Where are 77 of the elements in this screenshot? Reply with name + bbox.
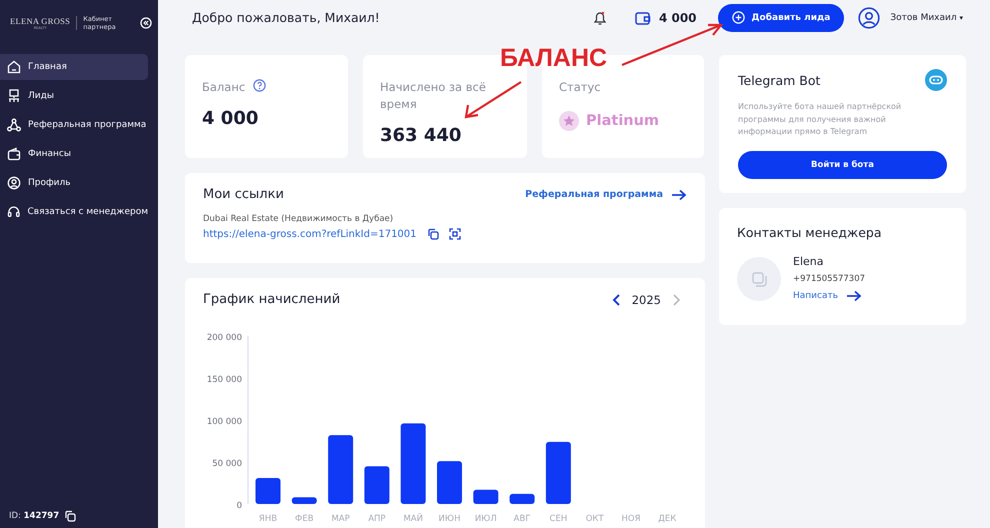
chevron-left-icon[interactable] [612, 292, 622, 306]
bar [546, 442, 571, 504]
month-label: МАР [331, 514, 350, 524]
month-label: НОЯ [622, 514, 640, 524]
card-title: График начислений [203, 292, 340, 307]
telegram-description: Используйте бота нашей партнёрской программы для получения важной информации прямо в Telegram [738, 101, 902, 138]
month-label: ФЕВ [295, 514, 314, 524]
help-icon[interactable] [253, 79, 266, 92]
nav-item[interactable]: Лиды [0, 83, 148, 109]
qr-scan-icon[interactable] [448, 228, 461, 240]
card-title: Контакты менеджера [737, 225, 882, 240]
telegram-login-button[interactable]: Войти в бота [738, 150, 947, 178]
arrow-right-icon [846, 290, 862, 302]
wallet-icon[interactable] [634, 10, 651, 24]
nav-item[interactable]: Профиль [0, 170, 148, 196]
stat-label: Начислено за всё время [380, 79, 487, 113]
stat-value: 363 440 [380, 125, 462, 146]
user-icon [7, 176, 21, 190]
arrow-right-icon [671, 188, 687, 200]
plus-icon [732, 11, 745, 24]
axis-tick-label: 200 000 [206, 333, 242, 343]
bot-icon [925, 69, 947, 91]
month-label: ЯНВ [258, 514, 278, 524]
year-label: 2025 [632, 292, 661, 306]
nav-item[interactable]: Финансы [0, 141, 148, 167]
copy-icon[interactable] [64, 510, 76, 522]
month-label: ИЮЛ [474, 514, 497, 524]
home-icon [7, 60, 21, 74]
bar [292, 497, 317, 504]
collapse-icon[interactable] [140, 17, 152, 29]
month-label: СЕН [550, 514, 568, 524]
nav-item[interactable]: Связаться с менеджером [0, 199, 148, 225]
axis-tick-label: 0 [236, 501, 242, 511]
stat-label: Баланс [202, 79, 246, 96]
headset-icon [7, 205, 20, 219]
link-name: Dubai Real Estate (Недвижимость в Дубае) [203, 214, 394, 224]
stat-value: 4 000 [202, 108, 260, 129]
month-label: АВГ [514, 514, 531, 524]
bar [364, 466, 390, 504]
axis-tick-label: 50 000 [212, 459, 242, 469]
bar [328, 435, 354, 504]
bell-icon[interactable] [592, 10, 607, 26]
nav-item[interactable]: Реферальная программа [0, 112, 148, 138]
bar [510, 494, 535, 504]
wallet-icon [7, 147, 21, 161]
referral-url[interactable]: https://elena-gross.com?refLinkId=171001 [203, 228, 417, 240]
month-label: АПР [368, 514, 386, 524]
month-label: МАЙ [403, 514, 423, 524]
partner-id: ID: 142797 [9, 511, 60, 521]
manager-phone: +971505577307 [793, 274, 866, 284]
card-title: Мои ссылки [203, 187, 284, 202]
axis-tick-label: 100 000 [206, 417, 242, 427]
nav-item[interactable]: Главная [0, 54, 148, 80]
month-label: ОКТ [586, 514, 604, 524]
bar [437, 461, 462, 504]
add-lead-button[interactable]: Добавить лида [718, 4, 844, 32]
stat-label: Статус [559, 79, 601, 96]
bar [256, 478, 280, 504]
network-icon [7, 118, 21, 132]
axis-tick-label: 150 000 [206, 375, 242, 385]
annotation-label: БАЛАНС [500, 44, 608, 73]
bar [473, 490, 498, 504]
monitor-icon [7, 89, 21, 103]
month-label: ИЮН [438, 514, 460, 524]
copy-icon[interactable] [426, 228, 439, 240]
referral-program-link[interactable]: Реферальная программа [525, 188, 687, 200]
annotation-arrow [463, 80, 523, 120]
greeting: Добро пожаловать, Михаил! [192, 10, 380, 25]
balance-amount: 4 000 [658, 10, 697, 24]
write-link[interactable]: Написать [793, 290, 866, 302]
manager-name: Elena [793, 255, 824, 268]
avatar-placeholder-icon [737, 256, 781, 300]
status-value: Platinum [586, 113, 660, 129]
star-badge-icon [559, 111, 579, 131]
avatar-icon[interactable] [858, 6, 880, 28]
card-title: Telegram Bot [738, 72, 820, 88]
month-label: ДЕК [658, 514, 676, 524]
